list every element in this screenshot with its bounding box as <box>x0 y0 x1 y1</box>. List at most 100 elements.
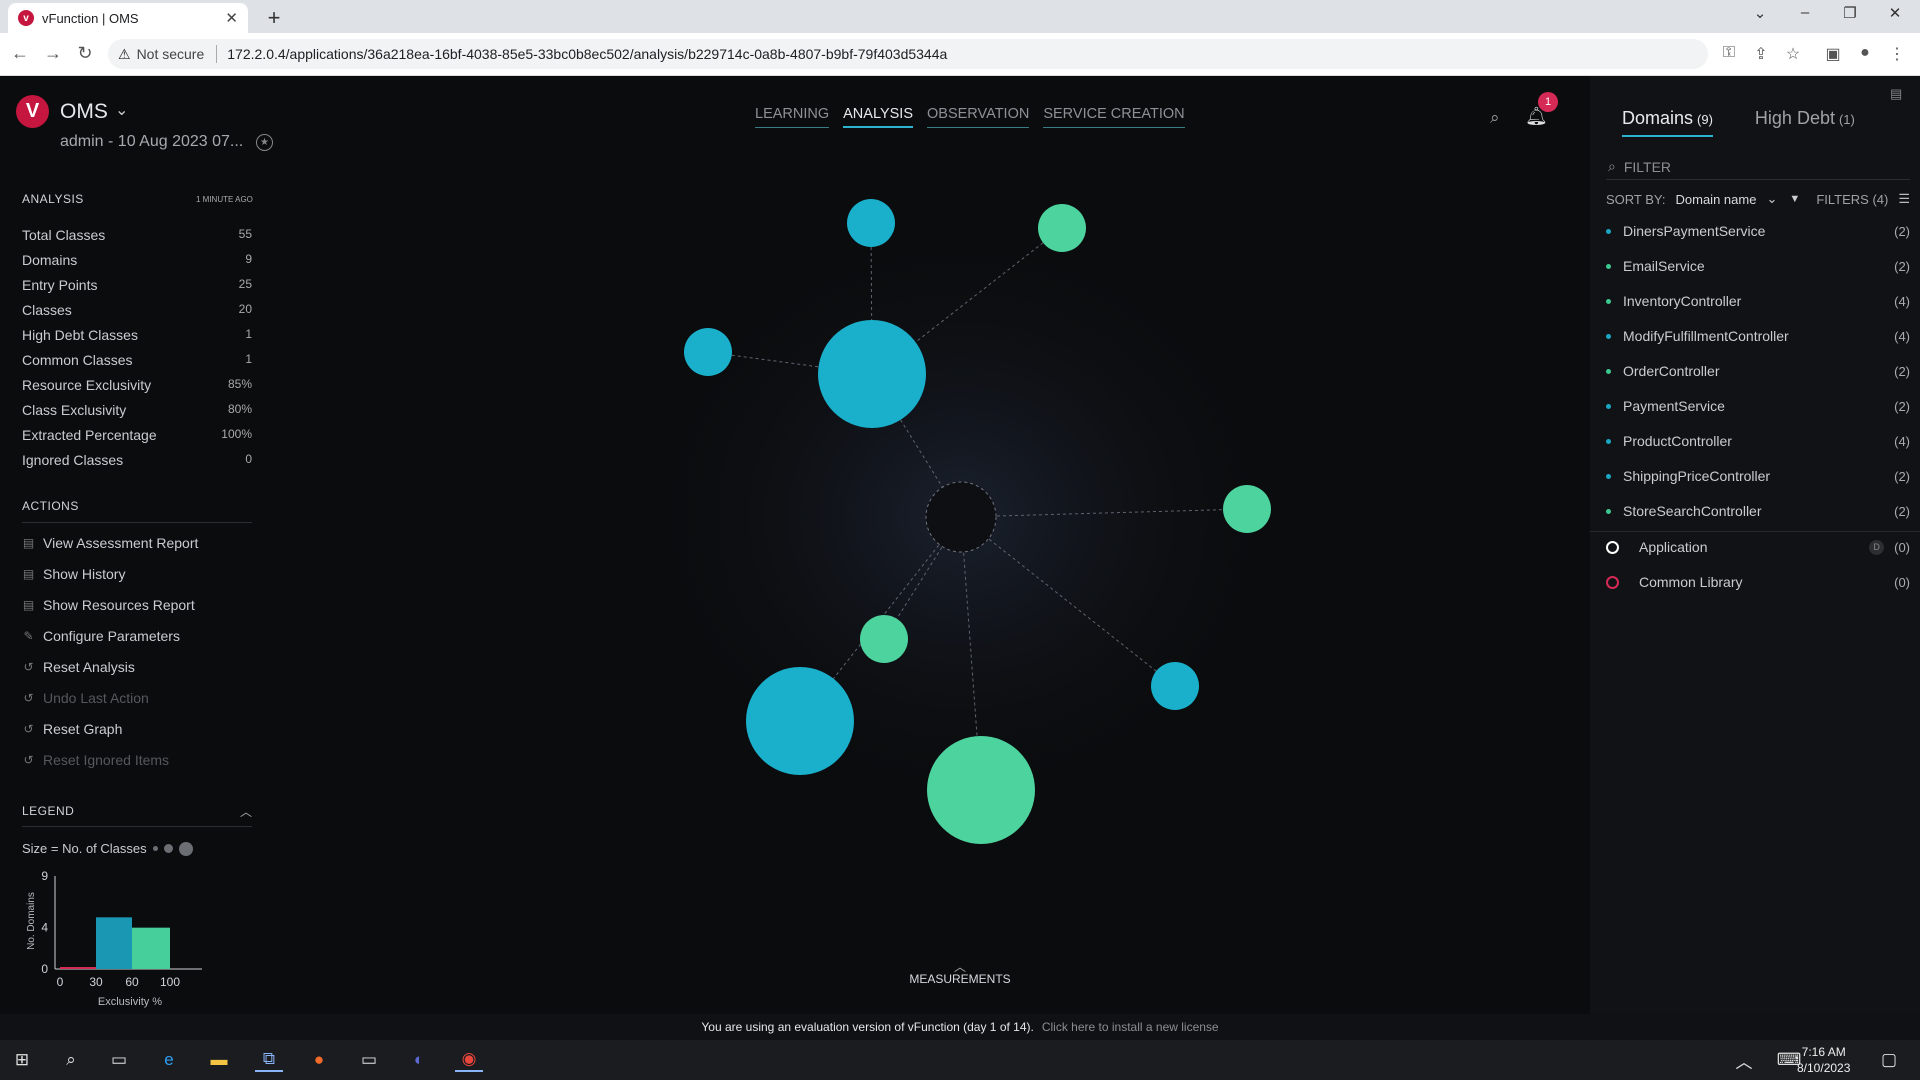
restore-icon[interactable]: ❐ <box>1835 4 1865 22</box>
stat-row: Extracted Percentage 100% <box>22 427 252 443</box>
group-item-application[interactable]: Application D (0) <box>1606 539 1910 555</box>
tab-learning[interactable]: LEARNING <box>755 106 830 128</box>
application-hub-node[interactable] <box>925 481 997 553</box>
chevron-down-icon[interactable]: ⌄ <box>1766 191 1777 207</box>
tab-high-debt[interactable]: High Debt (1) <box>1755 108 1855 137</box>
menu-dots-icon[interactable]: ⋮ <box>1886 44 1908 64</box>
tab-search-icon[interactable]: ⌄ <box>1745 4 1775 22</box>
legend-heading: LEGEND <box>22 804 75 818</box>
app-name[interactable]: OMS <box>60 100 108 124</box>
bookmark-star-icon[interactable]: ☆ <box>1782 44 1804 64</box>
search-icon[interactable]: ⌕ <box>57 1048 85 1072</box>
sidepanel-icon[interactable]: ▣ <box>1822 44 1844 64</box>
domain-node[interactable] <box>746 667 854 775</box>
stat-row: Ignored Classes 0 <box>22 452 252 468</box>
install-license-link[interactable]: Click here to install a new license <box>1042 1020 1219 1034</box>
windows-start-icon[interactable]: ⊞ <box>8 1048 36 1072</box>
reset-analysis-action[interactable]: ↺ Reset Analysis <box>22 659 134 675</box>
filters-button[interactable]: FILTERS (4) <box>1816 192 1888 207</box>
group-item-common-library[interactable]: Common Library (0) <box>1606 574 1910 590</box>
domain-item[interactable]: StoreSearchController (2) <box>1606 503 1910 519</box>
url-field[interactable]: ⚠ Not secure 172.2.0.4/applications/36a2… <box>108 39 1708 69</box>
show-resources-report-action[interactable]: ▤ Show Resources Report <box>22 597 195 613</box>
domain-item[interactable]: EmailService (2) <box>1606 258 1910 274</box>
task-view-icon[interactable]: ▭ <box>105 1048 133 1072</box>
action-label: View Assessment Report <box>43 535 199 551</box>
tab-domains[interactable]: Domains (9) <box>1622 108 1713 137</box>
view-assessment-report-action[interactable]: ▤ View Assessment Report <box>22 535 199 551</box>
clock[interactable]: 7:16 AM 8/10/2023 <box>1797 1044 1850 1076</box>
close-tab-icon[interactable]: ✕ <box>225 9 238 27</box>
domain-node[interactable] <box>818 320 926 428</box>
vfunction-logo[interactable]: V <box>16 95 49 128</box>
domain-name: OrderController <box>1623 363 1720 379</box>
domain-node[interactable] <box>1151 662 1199 710</box>
domain-dot-icon <box>1606 368 1611 374</box>
app-orange-icon[interactable]: ● <box>305 1048 333 1072</box>
back-icon[interactable]: ← <box>8 43 32 64</box>
share-icon[interactable]: ⇪ <box>1750 44 1772 64</box>
domain-node[interactable] <box>860 615 908 663</box>
measurements-toggle[interactable]: MEASUREMENTS <box>890 972 1030 986</box>
domain-item[interactable]: PaymentService (2) <box>1606 398 1910 414</box>
search-icon[interactable]: ⌕ <box>1490 108 1500 128</box>
divider <box>1590 531 1920 532</box>
filter-input[interactable]: ⌕ FILTER <box>1606 154 1910 180</box>
file-explorer-icon[interactable]: ▬ <box>205 1048 233 1072</box>
forward-icon[interactable]: → <box>41 43 65 64</box>
tab-service-creation[interactable]: SERVICE CREATION <box>1043 106 1185 128</box>
minimize-icon[interactable]: – <box>1790 4 1820 21</box>
reset-ignored-items-action[interactable]: ↺ Reset Ignored Items <box>22 752 169 768</box>
new-tab-icon[interactable]: + <box>262 5 286 31</box>
divider <box>22 826 252 827</box>
chevron-down-icon[interactable]: ⌄ <box>115 100 128 120</box>
show-history-action[interactable]: ▤ Show History <box>22 566 126 582</box>
domain-count: (2) <box>1894 363 1910 379</box>
group-count: (0) <box>1894 574 1910 590</box>
profile-icon[interactable]: ● <box>1854 44 1876 62</box>
domain-item[interactable]: ModifyFulfillmentController (4) <box>1606 328 1910 344</box>
export-icon[interactable]: ▤ <box>1890 86 1902 102</box>
histogram-y-tick: 0 <box>41 962 48 976</box>
stat-value: 55 <box>238 227 252 241</box>
remote-desktop-icon[interactable]: ⧉ <box>255 1048 283 1072</box>
domain-item[interactable]: DinersPaymentService (2) <box>1606 223 1910 239</box>
tab-observation[interactable]: OBSERVATION <box>927 106 1030 128</box>
notification-center-icon[interactable]: ▢ <box>1875 1048 1903 1072</box>
domain-item[interactable]: InventoryController (4) <box>1606 293 1910 309</box>
domain-node[interactable] <box>1038 204 1086 252</box>
reset-graph-action[interactable]: ↺ Reset Graph <box>22 721 122 737</box>
key-icon[interactable]: ⚿ <box>1718 44 1740 62</box>
domain-node[interactable] <box>684 328 732 376</box>
size-legend: Size = No. of Classes <box>22 841 193 856</box>
domain-node[interactable] <box>927 736 1035 844</box>
domain-node[interactable] <box>1223 485 1271 533</box>
browser-tab[interactable]: v vFunction | OMS ✕ <box>8 3 248 33</box>
chevron-up-icon[interactable]: ︿ <box>1730 1048 1758 1072</box>
domain-graph-canvas[interactable] <box>262 76 1592 1014</box>
stat-row: Classes 20 <box>22 302 252 318</box>
sort-direction-icon[interactable]: ▼ <box>1789 193 1800 205</box>
domain-item[interactable]: ProductController (4) <box>1606 433 1910 449</box>
filter-settings-icon[interactable]: ☰ <box>1898 191 1910 207</box>
reset-icon: ↺ <box>23 660 34 674</box>
eclipse-icon[interactable]: ◐ <box>405 1048 433 1072</box>
stat-label: Total Classes <box>22 227 106 243</box>
window-close-icon[interactable]: ✕ <box>1880 4 1910 22</box>
sort-select[interactable]: Domain name <box>1676 192 1757 207</box>
size-legend-label: Size = No. of Classes <box>22 841 147 856</box>
domain-node[interactable] <box>847 199 895 247</box>
configure-parameters-action[interactable]: ✎ Configure Parameters <box>22 628 180 644</box>
undo-last-action[interactable]: ↺ Undo Last Action <box>22 690 148 706</box>
action-label: Configure Parameters <box>43 628 180 644</box>
terminal-icon[interactable]: ▭ <box>355 1048 383 1072</box>
chevron-up-icon[interactable]: ︿ <box>240 803 252 820</box>
warning-icon: ⚠ <box>118 45 131 62</box>
domain-item[interactable]: OrderController (2) <box>1606 363 1910 379</box>
edge-icon[interactable]: e <box>155 1048 183 1072</box>
chrome-icon[interactable]: ◉ <box>455 1048 483 1072</box>
reload-icon[interactable]: ↻ <box>73 43 97 64</box>
tab-analysis[interactable]: ANALYSIS <box>843 106 913 128</box>
domain-dot-icon <box>1606 263 1611 269</box>
domain-item[interactable]: ShippingPriceController (2) <box>1606 468 1910 484</box>
